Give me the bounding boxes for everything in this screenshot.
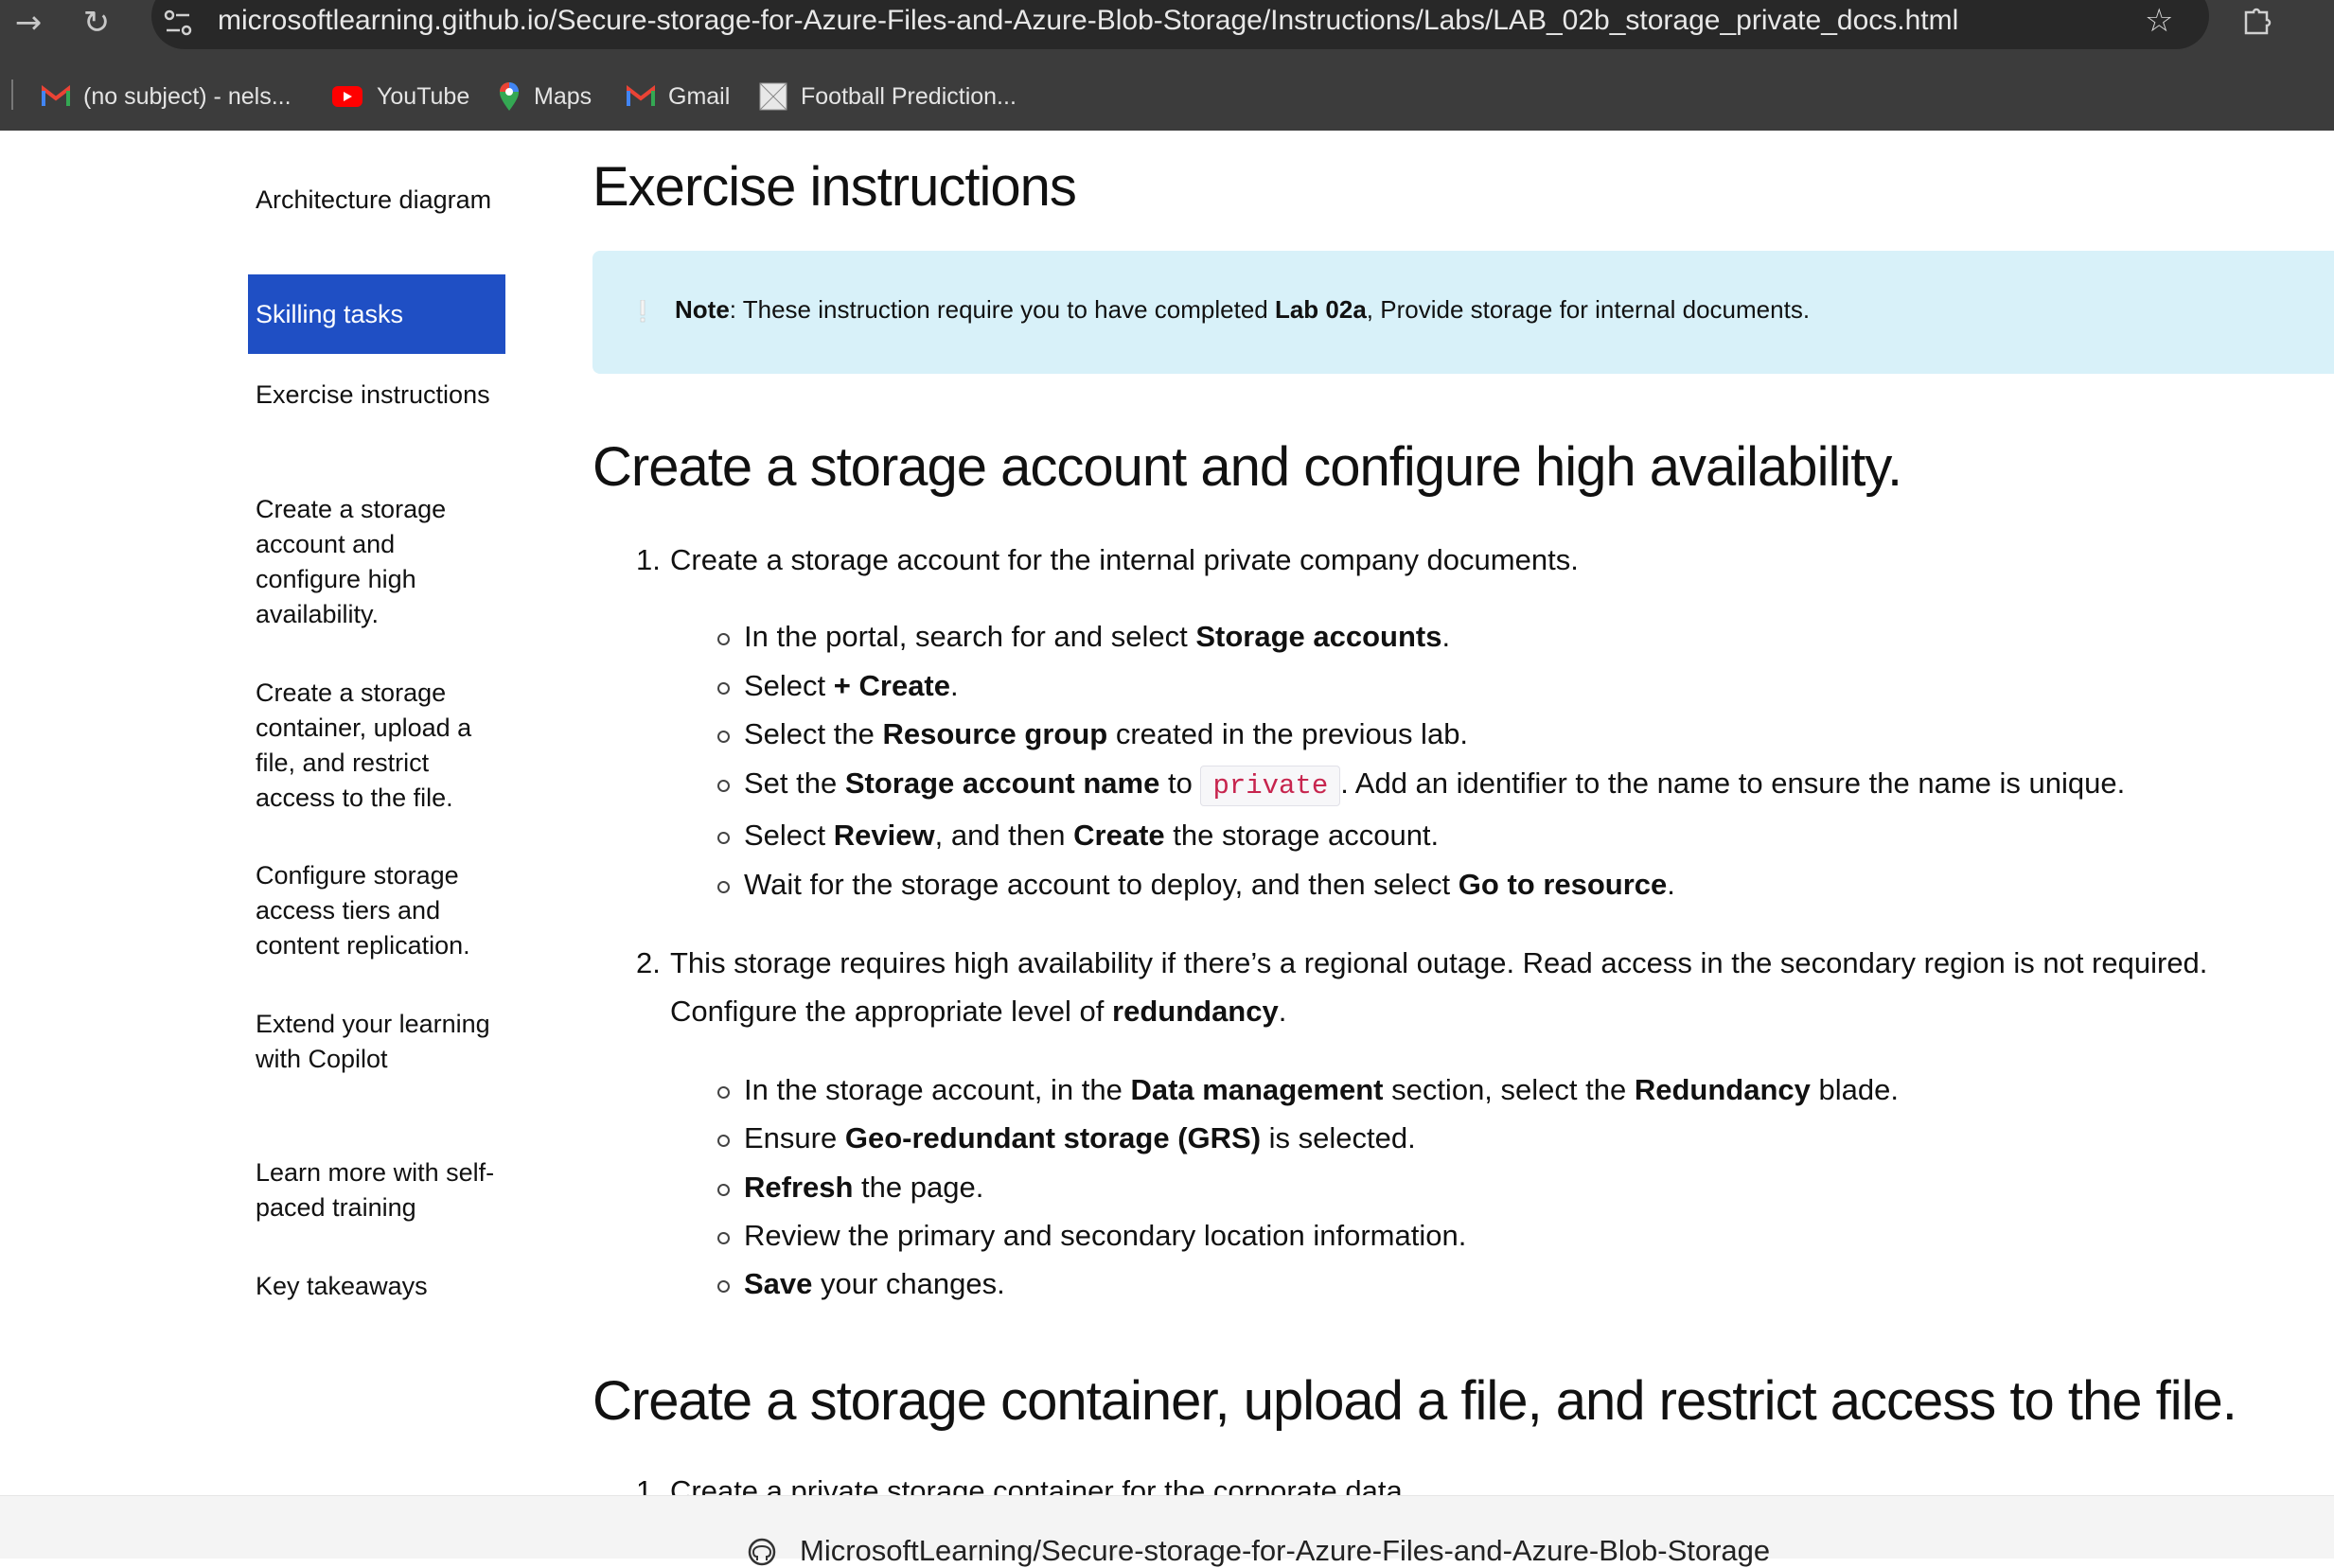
sidebar-item-label: Extend your learning with Copilot <box>256 1010 490 1073</box>
section-heading: Create a storage account and configure h… <box>592 436 1902 498</box>
list-item: 2. This storage requires high availabilit… <box>636 946 2208 979</box>
sidebar-item-learn-more[interactable]: Learn more with self-paced training <box>248 1155 505 1225</box>
list-item: Ensure Geo-redundant storage (GRS) is se… <box>717 1119 1416 1157</box>
sidebar-item-label: Learn more with self-paced training <box>256 1158 495 1222</box>
gmail-icon <box>42 85 70 106</box>
gmail-icon <box>627 85 655 106</box>
bookmark-label: (no subject) - nels... <box>83 82 292 110</box>
sidebar-item-key-takeaways[interactable]: Key takeaways <box>248 1269 505 1304</box>
maps-icon <box>500 82 519 111</box>
bookmarks-divider <box>11 79 13 110</box>
bookmark-item[interactable]: Maps <box>498 78 592 115</box>
bookmark-item[interactable]: Gmail <box>627 78 730 115</box>
sidebar-item-exercise-instructions[interactable]: Exercise instructions <box>248 378 505 413</box>
list-item: 1. Create a storage account for the inter… <box>636 543 1579 576</box>
list-item: Set the Storage account name to private.… <box>716 765 2125 806</box>
sidebar-item-architecture-diagram[interactable]: Architecture diagram <box>248 183 505 218</box>
sidebar-item-label: Configure storage access tiers and conte… <box>256 861 470 960</box>
bookmark-page-icon <box>759 82 787 111</box>
repo-link[interactable]: MicrosoftLearning/Secure-storage-for-Azu… <box>800 1534 1770 1568</box>
inline-code: private <box>1200 766 1341 806</box>
bookmarks-bar: (no subject) - nels... YouTube Maps Gmai… <box>0 74 2334 117</box>
list-item: Refresh the page. <box>716 1169 983 1207</box>
page-title: Exercise instructions <box>592 156 1077 218</box>
info-icon <box>640 300 645 323</box>
site-info-icon[interactable] <box>161 6 195 40</box>
note-text: Note: These instruction require you to h… <box>675 295 1811 324</box>
bookmark-label: Maps <box>534 82 592 110</box>
list-item: Review the primary and secondary locatio… <box>716 1217 1466 1255</box>
bookmark-item[interactable]: YouTube <box>331 78 469 115</box>
sidebar-item-label: Skilling tasks <box>256 299 404 328</box>
sidebar-item-label: Architecture diagram <box>256 185 492 214</box>
browser-toolbar: → ↻ microsoftlearning.github.io/Secure-s… <box>0 0 2334 131</box>
extensions-icon[interactable] <box>2241 4 2273 36</box>
bookmark-label: Football Prediction... <box>801 82 1017 110</box>
list-item: In the portal, search for and select Sto… <box>716 618 1450 656</box>
forward-icon[interactable]: → <box>9 4 47 42</box>
list-item: Select + Create. <box>717 667 959 705</box>
sidebar-item-label: Key takeaways <box>256 1272 428 1300</box>
sidebar-item-create-storage-container[interactable]: Create a storage container, upload a fil… <box>248 676 505 816</box>
bookmark-item[interactable]: (no subject) - nels... <box>42 78 292 115</box>
github-icon <box>748 1538 776 1566</box>
list-item: In the storage account, in the Data mana… <box>717 1071 1899 1109</box>
note-callout: Note: These instruction require you to h… <box>592 251 2334 374</box>
bookmark-label: Gmail <box>668 82 731 110</box>
youtube-icon <box>332 86 362 107</box>
sidebar-item-label: Create a storage container, upload a fil… <box>256 678 472 812</box>
sidebar-item-create-storage-account[interactable]: Create a storage account and configure h… <box>248 492 505 632</box>
section-heading: Create a storage container, upload a fil… <box>592 1370 2237 1432</box>
sidebar-item-configure-access-tiers[interactable]: Configure storage access tiers and conte… <box>248 858 505 963</box>
bookmark-item[interactable]: Football Prediction... <box>759 78 1017 115</box>
bookmark-label: YouTube <box>377 82 470 110</box>
url-text[interactable]: microsoftlearning.github.io/Secure-stora… <box>218 2 1958 40</box>
repo-footer: MicrosoftLearning/Secure-storage-for-Azu… <box>0 1495 2334 1567</box>
reload-icon[interactable]: ↻ <box>78 4 115 42</box>
bookmark-star-icon[interactable]: ☆ <box>2145 2 2173 40</box>
sidebar-item-label: Create a storage account and configure h… <box>256 495 447 628</box>
list-item: Select Review, and then Create the stora… <box>716 817 1439 854</box>
list-item: Wait for the storage account to deploy, … <box>717 866 1675 904</box>
sidebar-item-skilling-tasks[interactable]: Skilling tasks <box>248 274 505 354</box>
list-item: Save your changes. <box>717 1265 1005 1303</box>
list-item: Select the Resource group created in the… <box>716 715 1468 753</box>
sidebar-item-extend-learning-copilot[interactable]: Extend your learning with Copilot <box>248 1007 505 1077</box>
list-item-continuation: Configure the appropriate level of redun… <box>670 995 1287 1028</box>
sidebar-item-label: Exercise instructions <box>256 380 490 409</box>
